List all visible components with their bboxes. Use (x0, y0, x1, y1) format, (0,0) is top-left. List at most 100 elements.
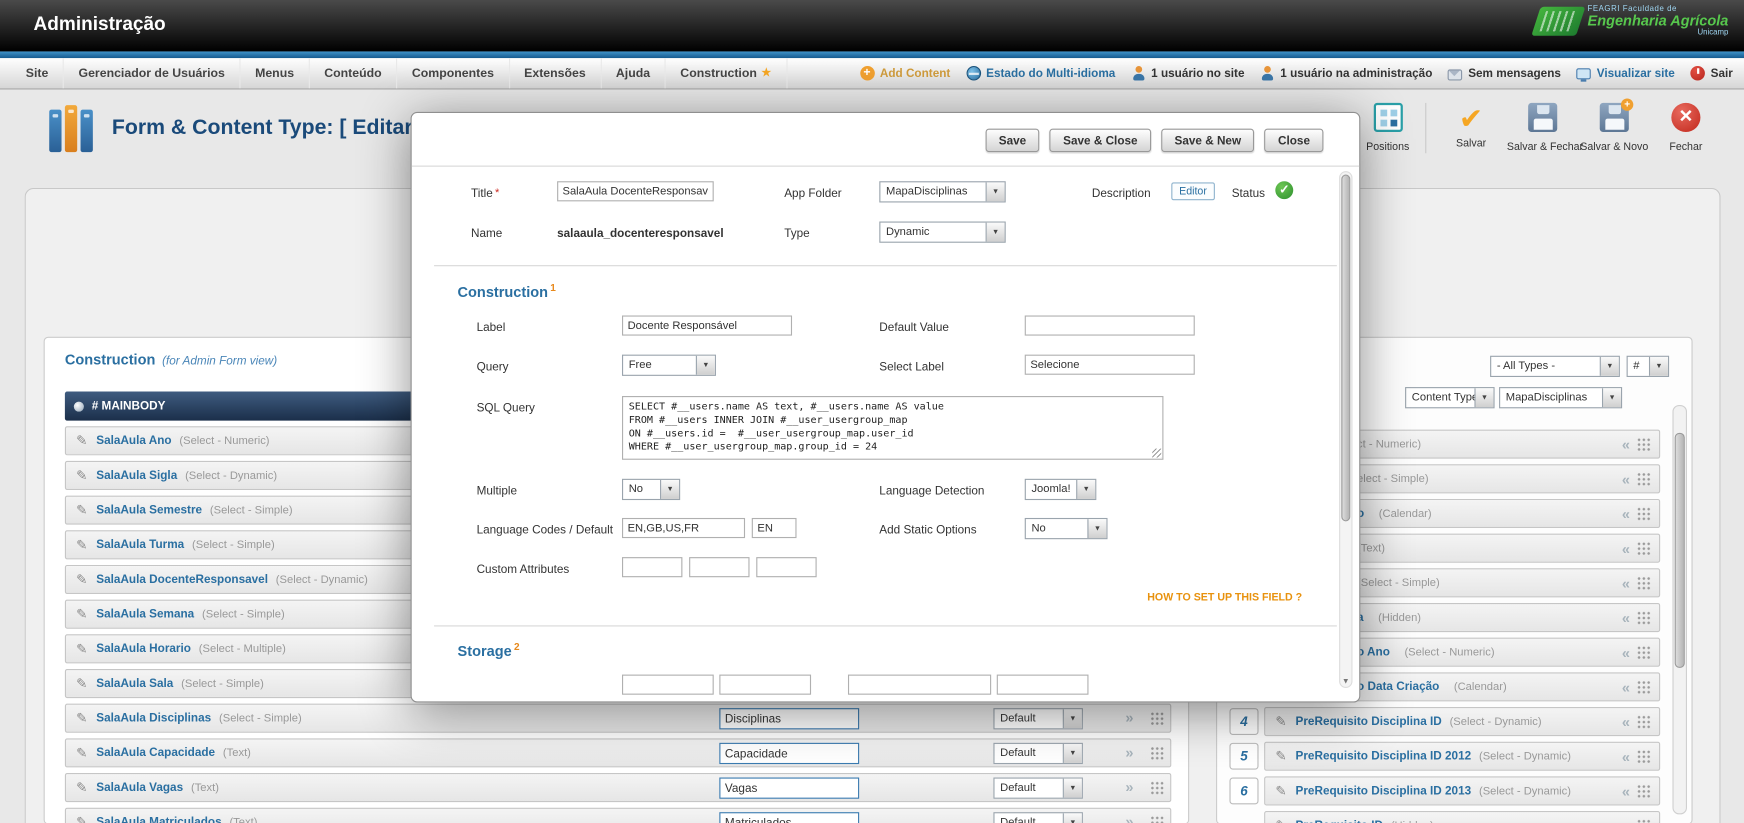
edit-pencil-icon[interactable]: ✎ (1275, 783, 1286, 799)
drag-handle-icon[interactable] (1637, 714, 1652, 729)
menu-item-ajuda[interactable]: Ajuda (601, 58, 665, 88)
all-types-select[interactable]: - All Types - (1490, 356, 1620, 377)
edit-pencil-icon[interactable]: ✎ (1275, 714, 1286, 730)
edit-pencil-icon[interactable]: ✎ (76, 710, 87, 726)
move-left-icon[interactable]: « (1622, 437, 1630, 452)
field-label-input[interactable] (719, 777, 859, 798)
type-select[interactable]: Dynamic (879, 222, 1005, 243)
menu-item-site[interactable]: Site (11, 58, 64, 88)
status-estado-do-multi-idioma[interactable]: Estado do Multi-idioma (966, 66, 1115, 81)
storage-field-input-3[interactable] (848, 675, 991, 695)
right-panel-scrollbar[interactable] (1672, 405, 1687, 814)
storage-field-input-2[interactable] (719, 675, 811, 695)
move-left-icon[interactable]: « (1622, 645, 1630, 660)
edit-pencil-icon[interactable]: ✎ (76, 745, 87, 761)
move-left-icon[interactable]: « (1622, 472, 1630, 487)
storage-field-input-1[interactable] (622, 675, 714, 695)
field-default-select[interactable]: Default (993, 777, 1082, 798)
modal-close-button[interactable]: Close (1265, 129, 1324, 152)
drag-handle-icon[interactable] (1637, 437, 1652, 452)
editor-button[interactable]: Editor (1171, 182, 1214, 200)
drag-handle-icon[interactable] (1150, 781, 1165, 796)
move-left-icon[interactable]: « (1622, 784, 1630, 799)
sql-query-textarea[interactable]: SELECT #__users.name AS text, #__users.n… (622, 396, 1163, 460)
field-label-input[interactable] (719, 812, 859, 823)
modal-scrollbar[interactable]: ▼ (1339, 171, 1352, 688)
status-1-usuario-no-site[interactable]: 1 usuário no site (1131, 66, 1244, 81)
multiple-select[interactable]: No (622, 479, 680, 500)
add-static-options-select[interactable]: No (1025, 518, 1108, 539)
move-left-icon[interactable]: « (1622, 610, 1630, 625)
menu-item-extensoes[interactable]: Extensões (510, 58, 602, 88)
move-right-icon[interactable]: » (1125, 745, 1133, 760)
how-to-set-up-link[interactable]: HOW TO SET UP THIS FIELD ? (1147, 592, 1302, 604)
menu-item-gerenciador-de-usuarios[interactable]: Gerenciador de Usuários (64, 58, 241, 88)
move-left-icon[interactable]: « (1622, 714, 1630, 729)
drag-handle-icon[interactable] (1637, 784, 1652, 799)
field-default-select[interactable]: Default (993, 708, 1082, 729)
hash-select[interactable]: # (1627, 356, 1670, 377)
edit-pencil-icon[interactable]: ✎ (76, 780, 87, 796)
toolbar-positions[interactable]: Positions (1355, 103, 1427, 153)
toolbar-salvar-novo[interactable]: Salvar & Novo (1578, 103, 1650, 153)
edit-pencil-icon[interactable]: ✎ (76, 814, 87, 823)
edit-pencil-icon[interactable]: ✎ (1275, 818, 1286, 823)
edit-pencil-icon[interactable]: ✎ (76, 433, 87, 449)
drag-handle-icon[interactable] (1637, 818, 1652, 823)
edit-pencil-icon[interactable]: ✎ (76, 676, 87, 692)
toolbar-fechar[interactable]: Fechar (1650, 103, 1722, 153)
move-left-icon[interactable]: « (1622, 680, 1630, 695)
move-left-icon[interactable]: « (1622, 749, 1630, 764)
scroll-down-arrow-icon[interactable]: ▼ (1340, 678, 1351, 686)
menu-item-menus[interactable]: Menus (241, 58, 310, 88)
field-row[interactable]: ✎PreRequisito Disciplina ID 2013(Select … (1264, 776, 1660, 805)
move-left-icon[interactable]: « (1622, 576, 1630, 591)
edit-pencil-icon[interactable]: ✎ (76, 606, 87, 622)
status-sair[interactable]: Sair (1691, 66, 1733, 81)
move-left-icon[interactable]: « (1622, 541, 1630, 556)
custom-attribute-input-3[interactable] (756, 557, 816, 577)
move-left-icon[interactable]: « (1622, 506, 1630, 521)
custom-attribute-input-2[interactable] (689, 557, 749, 577)
drag-handle-icon[interactable] (1150, 816, 1165, 823)
resize-handle-icon[interactable] (1152, 449, 1161, 458)
move-right-icon[interactable]: » (1125, 814, 1133, 823)
field-default-select[interactable]: Default (993, 743, 1082, 764)
title-input[interactable] (557, 181, 714, 201)
status-visualizar-site[interactable]: Visualizar site (1577, 67, 1675, 80)
move-right-icon[interactable]: » (1125, 710, 1133, 725)
edit-pencil-icon[interactable]: ✎ (76, 572, 87, 588)
menu-item-construction[interactable]: Construction★ (666, 58, 787, 88)
drag-handle-icon[interactable] (1637, 576, 1652, 591)
toolbar-salvar-fechar[interactable]: Salvar & Fechar (1507, 103, 1579, 153)
edit-pencil-icon[interactable]: ✎ (76, 468, 87, 484)
drag-handle-icon[interactable] (1637, 610, 1652, 625)
status-add-content[interactable]: Add Content (860, 66, 951, 81)
custom-attribute-input-1[interactable] (622, 557, 682, 577)
language-codes-input[interactable] (622, 518, 745, 538)
query-select[interactable]: Free (622, 355, 716, 376)
edit-pencil-icon[interactable]: ✎ (76, 537, 87, 553)
menu-item-conteudo[interactable]: Conteúdo (310, 58, 398, 88)
language-default-input[interactable] (752, 518, 797, 538)
status-1-usuario-na-administracao[interactable]: 1 usuário na administração (1260, 66, 1432, 81)
app-folder-select[interactable]: MapaDisciplinas (879, 181, 1005, 202)
modal-save-new-button[interactable]: Save & New (1161, 129, 1254, 152)
field-row[interactable]: ✎PreRequisito ID(Hidden)« (1264, 811, 1660, 823)
content-types-select[interactable]: Content Types - (1405, 387, 1494, 408)
toolbar-salvar[interactable]: Salvar (1435, 103, 1507, 153)
drag-handle-icon[interactable] (1637, 506, 1652, 521)
move-right-icon[interactable]: » (1125, 780, 1133, 795)
modal-save-button[interactable]: Save (985, 129, 1039, 152)
field-default-select[interactable]: Default (993, 812, 1082, 823)
folder-select[interactable]: MapaDisciplinas (1499, 387, 1622, 408)
move-left-icon[interactable]: « (1622, 818, 1630, 823)
drag-handle-icon[interactable] (1637, 472, 1652, 487)
drag-handle-icon[interactable] (1637, 645, 1652, 660)
drag-handle-icon[interactable] (1637, 541, 1652, 556)
edit-pencil-icon[interactable]: ✎ (76, 641, 87, 657)
field-label-input[interactable] (719, 743, 859, 764)
select-label-input[interactable] (1025, 355, 1195, 375)
scrollbar-thumb[interactable] (1675, 433, 1685, 668)
edit-pencil-icon[interactable]: ✎ (1275, 748, 1286, 764)
